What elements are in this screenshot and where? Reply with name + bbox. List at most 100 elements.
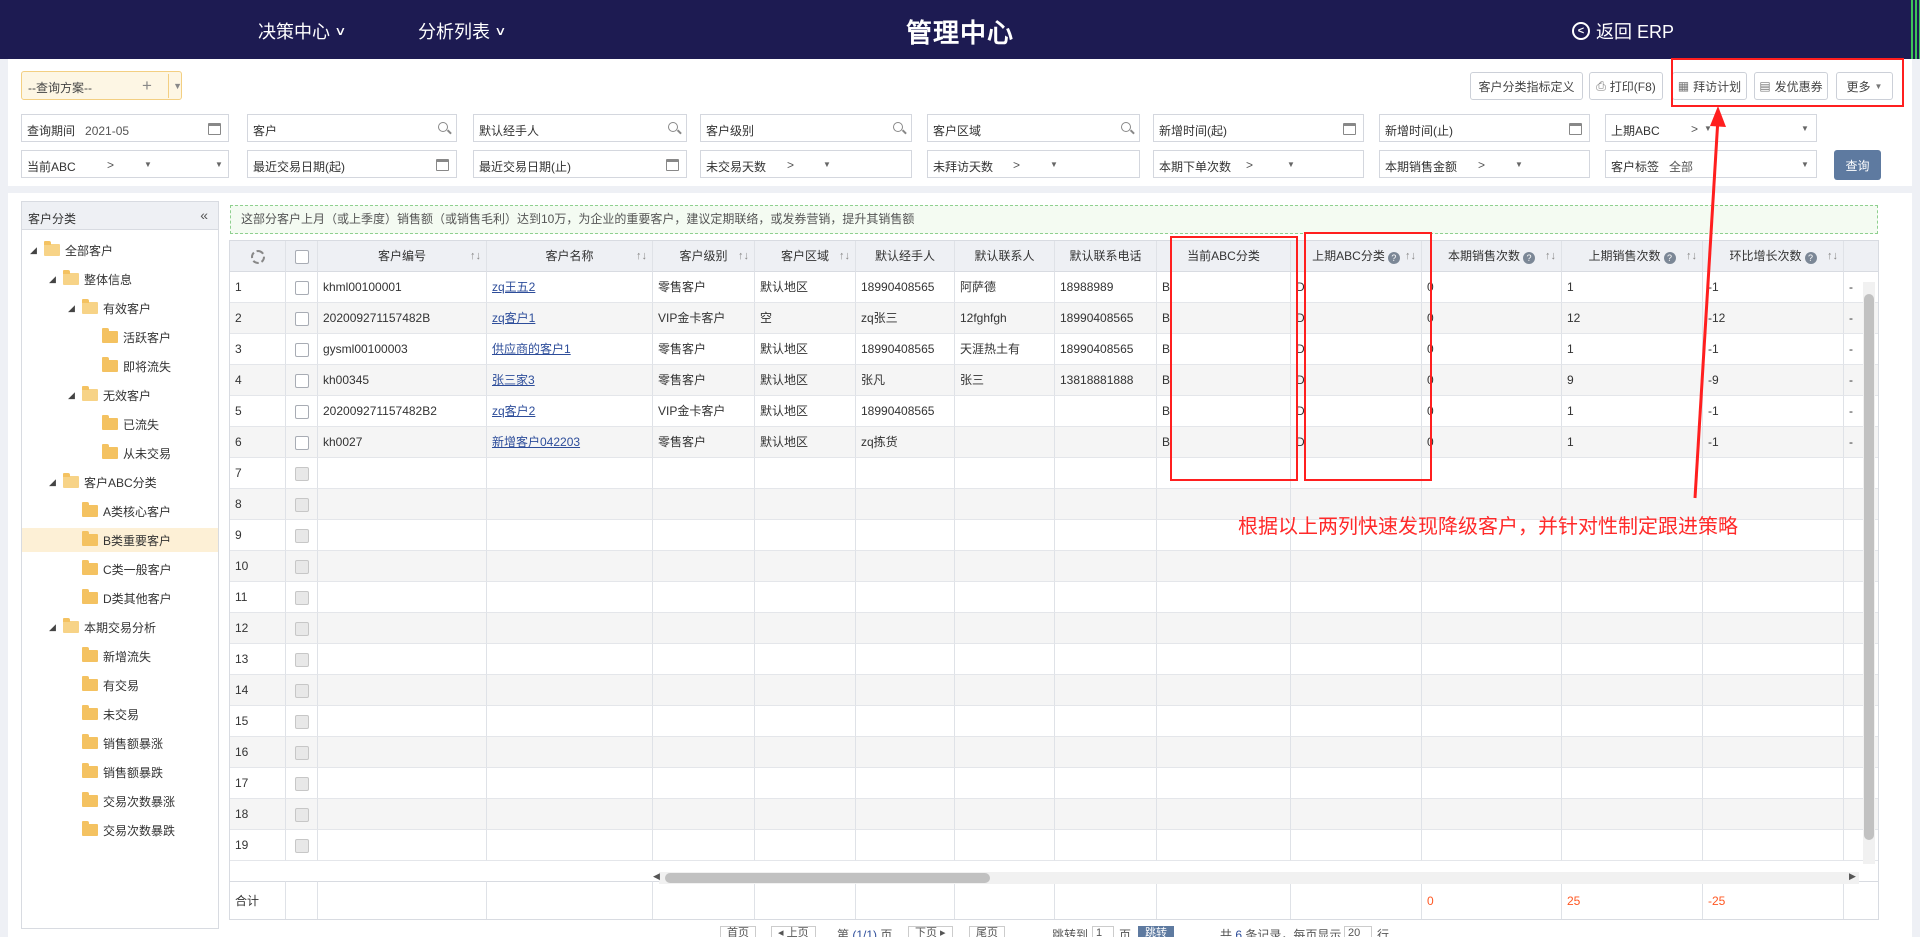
row-checkbox[interactable] — [294, 404, 309, 419]
sidebar-item[interactable]: 销售额暴跌 — [68, 760, 163, 784]
add-scheme-icon[interactable]: + — [142, 76, 152, 96]
column-settings-icon[interactable] — [250, 249, 265, 264]
caret-down-icon[interactable]: ◢ — [30, 245, 44, 256]
sidebar-item[interactable]: 未交易 — [68, 702, 139, 726]
caret-down-icon[interactable]: ▼ — [1801, 124, 1809, 133]
scroll-right-icon[interactable]: ▶ — [1849, 871, 1856, 882]
sidebar-item[interactable]: ◢ 客户ABC分类 — [49, 470, 157, 494]
column-header[interactable]: 上期销售次数? ↑↓ — [1562, 241, 1703, 272]
handler-field[interactable]: 默认经手人 — [473, 114, 687, 142]
row-checkbox[interactable] — [294, 280, 309, 295]
sidebar-item[interactable]: ◢ 全部客户 — [30, 238, 113, 262]
row-checkbox[interactable] — [294, 311, 309, 326]
cur-abc-field[interactable]: 当前ABC > ▼ ▼ — [21, 150, 229, 178]
customer-name-link[interactable]: zq王五2 — [492, 280, 535, 294]
sidebar-item[interactable]: 活跃客户 — [88, 325, 171, 349]
column-header[interactable]: 环比增长次数? ↑↓ — [1703, 241, 1844, 272]
first-page-button[interactable]: 首页 — [720, 926, 756, 937]
caret-down-icon[interactable]: ▼ — [215, 160, 223, 169]
sales-amount-field[interactable]: 本期销售金额 > ▼ — [1379, 150, 1590, 178]
new-time-to-field[interactable]: 新增时间(止) — [1379, 114, 1590, 142]
no-visit-days-field[interactable]: 未拜访天数 > ▼ — [927, 150, 1140, 178]
row-select-cell[interactable] — [286, 365, 318, 396]
search-icon[interactable] — [893, 122, 903, 132]
calendar-icon[interactable] — [436, 159, 449, 171]
caret-down-icon[interactable]: ▼ — [144, 160, 152, 169]
sidebar-item[interactable]: 交易次数暴涨 — [68, 789, 175, 813]
order-count-field[interactable]: 本期下单次数 > ▼ — [1153, 150, 1364, 178]
caret-down-icon[interactable]: ◢ — [49, 622, 63, 633]
next-page-button[interactable]: 下页 ▸ — [908, 926, 953, 937]
table-cell[interactable]: 供应商的客户1 — [487, 334, 653, 365]
print-button[interactable]: ⎙ 打印(F8) — [1589, 72, 1663, 100]
row-select-cell[interactable] — [286, 427, 318, 458]
caret-down-icon[interactable]: ▼ — [1287, 160, 1295, 169]
sidebar-item[interactable]: 即将流失 — [88, 354, 171, 378]
scroll-thumb[interactable] — [1864, 294, 1874, 840]
caret-down-icon[interactable]: ◢ — [49, 274, 63, 285]
calendar-icon[interactable] — [1343, 123, 1356, 135]
horizontal-scrollbar[interactable]: ◀ ▶ — [653, 871, 1859, 884]
scroll-thumb[interactable] — [665, 873, 990, 883]
calendar-icon[interactable] — [1569, 123, 1582, 135]
per-page-input[interactable]: 20 — [1344, 926, 1372, 937]
query-button[interactable]: 查询 — [1834, 150, 1881, 180]
prev-abc-field[interactable]: 上期ABC > ▼ ▼ — [1605, 114, 1817, 142]
search-icon[interactable] — [438, 122, 448, 132]
sidebar-item[interactable]: ◢ 整体信息 — [49, 267, 132, 291]
query-scheme-select[interactable]: --查询方案-- + ▼ — [21, 71, 182, 100]
caret-down-icon[interactable]: ▼ — [1704, 124, 1712, 133]
column-header[interactable]: 客户级别 ↑↓ — [653, 241, 755, 272]
caret-down-icon[interactable]: ◢ — [49, 477, 63, 488]
customer-field[interactable]: 客户 — [247, 114, 457, 142]
search-icon[interactable] — [1121, 122, 1131, 132]
nav-analysis-list[interactable]: 分析列表 ∨ — [418, 18, 507, 44]
caret-down-icon[interactable]: ▼ — [1515, 160, 1523, 169]
column-header[interactable]: 客户编号 ↑↓ — [318, 241, 487, 272]
caret-down-icon[interactable]: ◢ — [68, 303, 82, 314]
customer-name-link[interactable]: zq客户2 — [492, 404, 535, 418]
customer-name-link[interactable]: 供应商的客户1 — [492, 342, 571, 356]
caret-down-icon[interactable]: ◢ — [68, 390, 82, 401]
customer-name-link[interactable]: 新增客户042203 — [492, 435, 580, 449]
sidebar-item[interactable]: 销售额暴涨 — [68, 731, 163, 755]
sidebar-item[interactable]: ◢ 无效客户 — [68, 383, 151, 407]
table-cell[interactable]: zq客户1 — [487, 303, 653, 334]
sidebar-item[interactable]: ◢ 本期交易分析 — [49, 615, 156, 639]
jump-button[interactable]: 跳转 — [1138, 926, 1174, 937]
sidebar-item[interactable]: ◢ 有效客户 — [68, 296, 151, 320]
nav-decision-center[interactable]: 决策中心 ∨ — [258, 18, 347, 44]
column-header[interactable]: 默认经手人 — [856, 241, 955, 272]
index-definition-button[interactable]: 客户分类指标定义 — [1470, 72, 1583, 100]
sidebar-item[interactable]: B类重要客户 — [22, 528, 218, 552]
last-trade-to-field[interactable]: 最近交易日期(止) — [473, 150, 687, 178]
table-cell[interactable]: zq客户2 — [487, 396, 653, 427]
row-checkbox[interactable] — [294, 373, 309, 388]
column-header[interactable]: 客户区域 ↑↓ — [755, 241, 856, 272]
collapse-icon[interactable]: « — [200, 207, 208, 223]
period-field[interactable]: 查询期间 2021-05 — [21, 114, 229, 142]
prev-page-button[interactable]: ◂ 上页 — [771, 926, 816, 937]
caret-down-icon[interactable]: ▼ — [168, 74, 182, 98]
customer-tag-field[interactable]: 客户标签 全部 ▼ — [1605, 150, 1817, 178]
sidebar-item[interactable]: 已流失 — [88, 412, 159, 436]
sidebar-item[interactable]: 新增流失 — [68, 644, 151, 668]
column-header[interactable]: 默认联系电话 — [1055, 241, 1157, 272]
jump-page-input[interactable]: 1 — [1092, 926, 1114, 937]
search-icon[interactable] — [668, 122, 678, 132]
select-all-checkbox[interactable] — [294, 249, 309, 264]
area-field[interactable]: 客户区域 — [927, 114, 1140, 142]
caret-down-icon[interactable]: ▼ — [1050, 160, 1058, 169]
caret-down-icon[interactable]: ▼ — [1801, 160, 1809, 169]
sidebar-item[interactable]: 交易次数暴跌 — [68, 818, 175, 842]
sidebar-item[interactable]: D类其他客户 — [68, 586, 172, 610]
back-erp-link[interactable]: < 返回 ERP — [1572, 18, 1674, 44]
table-cell[interactable]: zq王五2 — [487, 272, 653, 303]
no-trade-days-field[interactable]: 未交易天数 > ▼ — [700, 150, 912, 178]
row-select-cell[interactable] — [286, 396, 318, 427]
sidebar-item[interactable]: 从未交易 — [88, 441, 171, 465]
row-select-cell[interactable] — [286, 272, 318, 303]
calendar-icon[interactable] — [208, 123, 221, 135]
customer-name-link[interactable]: zq客户1 — [492, 311, 535, 325]
sidebar-item[interactable]: 有交易 — [68, 673, 139, 697]
